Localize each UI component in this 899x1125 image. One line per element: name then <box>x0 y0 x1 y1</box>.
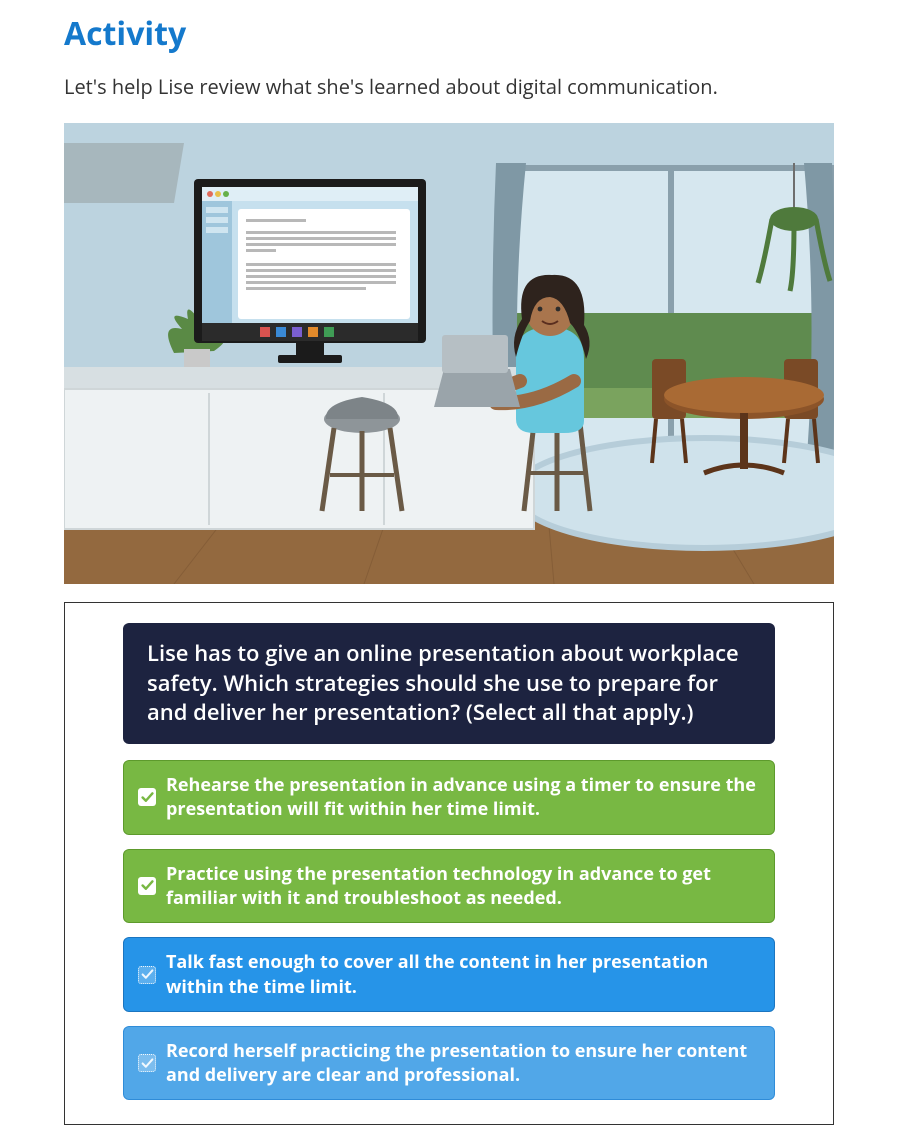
checkbox-unselected-icon <box>138 966 156 984</box>
option-3[interactable]: Talk fast enough to cover all the conten… <box>123 937 775 1012</box>
checkbox-checked-icon <box>138 788 156 806</box>
activity-heading: Activity <box>64 12 835 55</box>
option-3-text: Talk fast enough to cover all the conten… <box>166 950 758 999</box>
option-1-text: Rehearse the presentation in advance usi… <box>166 773 758 822</box>
option-4-text: Record herself practicing the presentati… <box>166 1039 758 1088</box>
activity-intro: Let's help Lise review what she's learne… <box>64 73 835 101</box>
checkbox-unselected-icon <box>138 1054 156 1072</box>
scene-illustration <box>64 123 834 584</box>
option-1[interactable]: Rehearse the presentation in advance usi… <box>123 760 775 835</box>
option-2-text: Practice using the presentation technolo… <box>166 862 758 911</box>
desktop-monitor <box>194 179 426 363</box>
option-4[interactable]: Record herself practicing the presentati… <box>123 1026 775 1101</box>
question-stem: Lise has to give an online presentation … <box>123 623 775 744</box>
activity-question-box: Lise has to give an online presentation … <box>64 602 834 1125</box>
option-2[interactable]: Practice using the presentation technolo… <box>123 849 775 924</box>
checkbox-checked-icon <box>138 877 156 895</box>
